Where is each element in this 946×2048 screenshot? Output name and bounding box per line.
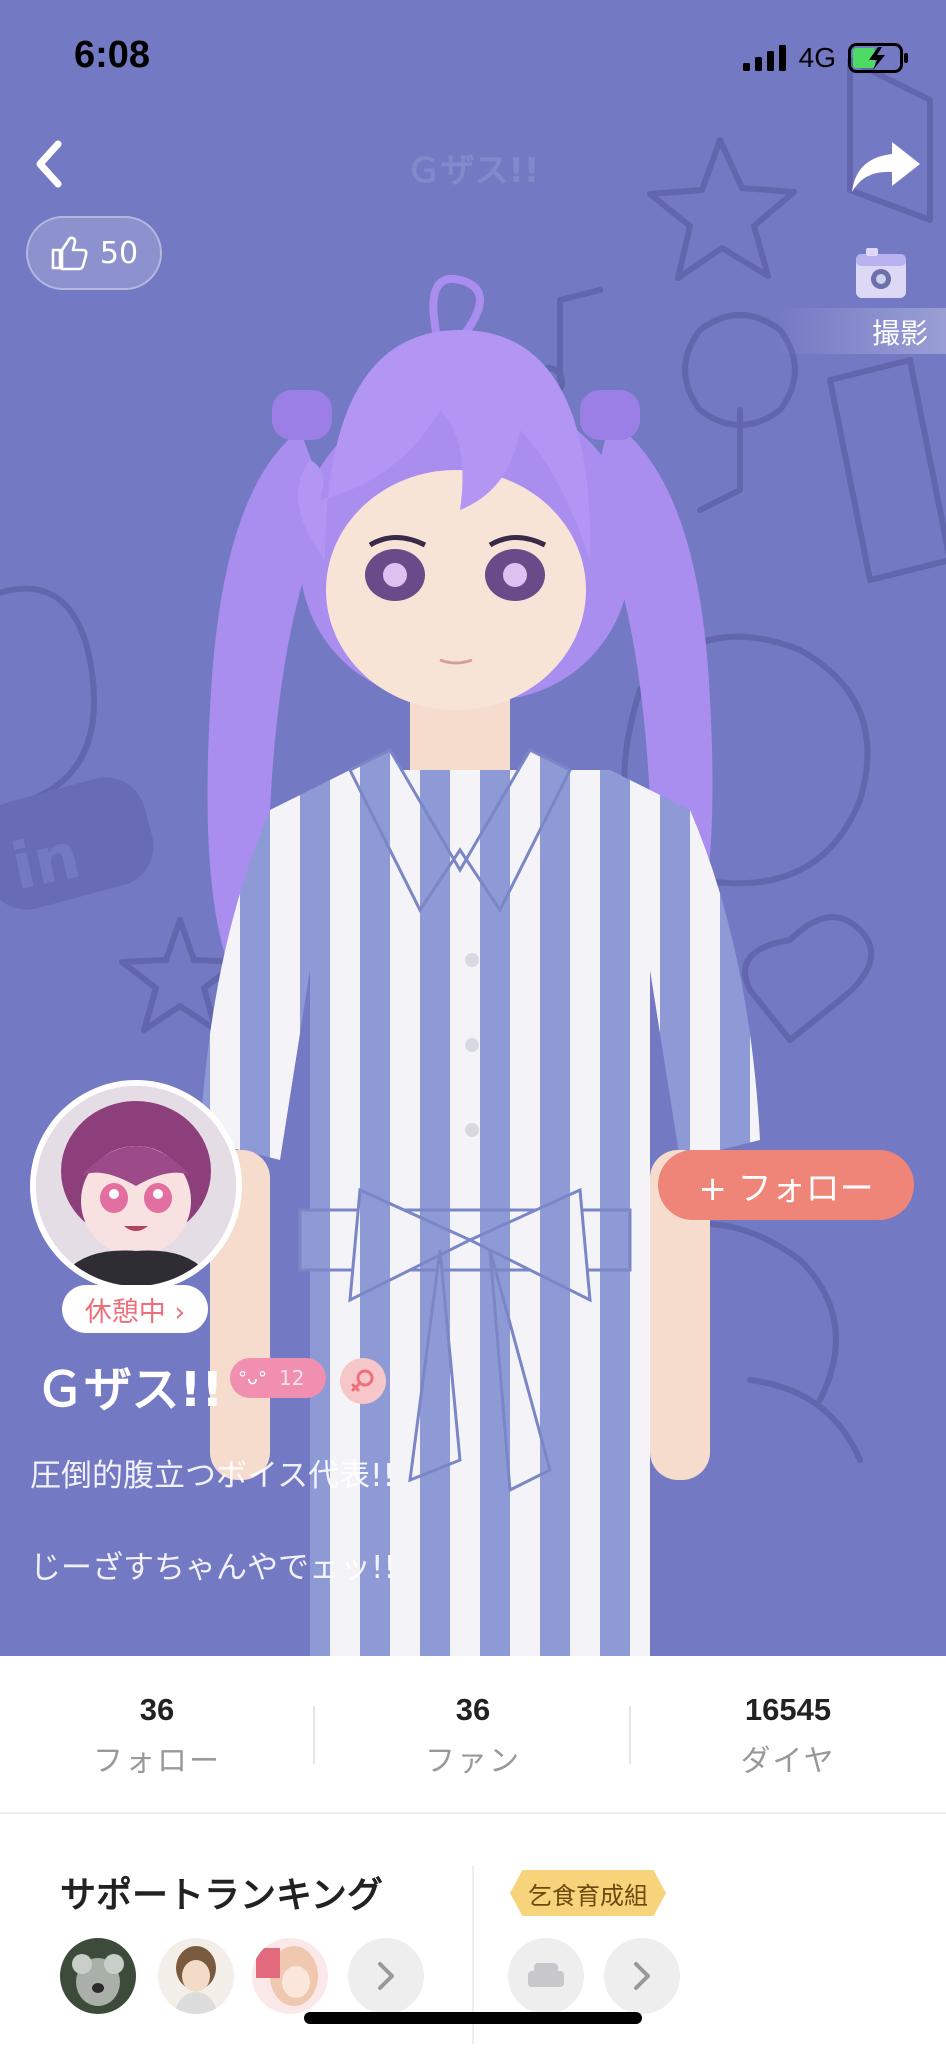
gender-badge bbox=[340, 1358, 386, 1404]
ranking-avatar-2[interactable] bbox=[158, 1938, 234, 2014]
sofa-icon bbox=[528, 1963, 564, 1987]
chevron-right-icon bbox=[378, 1962, 394, 1990]
stat-value: 36 bbox=[139, 1692, 175, 1727]
ranking-avatar-1-image bbox=[60, 1938, 136, 2014]
stat-value: 16545 bbox=[744, 1692, 832, 1727]
level-value: 12 bbox=[279, 1366, 305, 1390]
group-more-button[interactable] bbox=[604, 1938, 680, 2014]
status-time: 6:08 bbox=[74, 34, 151, 76]
stat-value: 36 bbox=[455, 1692, 491, 1727]
chevron-right-icon bbox=[634, 1962, 650, 1990]
level-badge: °ᴗ° 12 bbox=[230, 1358, 326, 1398]
ranking-avatar-3[interactable] bbox=[252, 1938, 328, 2014]
bio-line-1: 圧倒的腹立つボイス代表!! bbox=[30, 1458, 395, 1494]
network-type: 4G bbox=[798, 42, 836, 73]
ranking-avatar-1[interactable] bbox=[60, 1938, 136, 2014]
user-avatar[interactable] bbox=[30, 1080, 242, 1292]
bio-line-2: じーざすちゃんやでェッ!! bbox=[30, 1550, 396, 1586]
ranking-avatar-2-image bbox=[158, 1938, 234, 2014]
username: Ｇザス!! bbox=[36, 1362, 224, 1418]
ranking-avatar-3-image bbox=[252, 1938, 328, 2014]
home-indicator bbox=[304, 2012, 642, 2024]
status-indicators: 4G bbox=[742, 42, 910, 74]
ranking-more-button[interactable] bbox=[348, 1938, 424, 2014]
camera-icon[interactable] bbox=[854, 246, 908, 304]
avatar-illustration bbox=[36, 1086, 236, 1286]
status-bar: 6:08 4G bbox=[0, 0, 946, 110]
avatar-image bbox=[36, 1086, 236, 1286]
stat-follow[interactable]: 36 フォロー bbox=[7, 1692, 307, 1780]
group-sofa-button[interactable] bbox=[508, 1938, 584, 2014]
like-button[interactable]: 50 bbox=[26, 216, 162, 290]
battery-charging-icon bbox=[848, 43, 908, 73]
follow-button[interactable]: + フォロー bbox=[658, 1150, 914, 1220]
female-icon bbox=[351, 1369, 374, 1392]
status-pill[interactable]: 休憩中 › bbox=[62, 1285, 208, 1333]
stat-label: ファン bbox=[425, 1744, 521, 1779]
stat-label: フォロー bbox=[93, 1744, 221, 1779]
level-face-icon: °ᴗ° bbox=[238, 1367, 268, 1389]
photo-button-label[interactable]: 撮影 bbox=[872, 312, 928, 352]
like-count: 50 bbox=[99, 235, 139, 271]
stat-fans[interactable]: 36 ファン bbox=[323, 1692, 623, 1780]
share-icon[interactable] bbox=[848, 136, 924, 196]
thumbs-up-icon bbox=[51, 236, 88, 271]
support-ranking-title: サポートランキング bbox=[60, 1875, 383, 1916]
stat-divider bbox=[629, 1706, 631, 1764]
nav-title: Ｇザス!! bbox=[406, 151, 540, 191]
stat-label: ダイヤ bbox=[740, 1744, 836, 1779]
stat-divider bbox=[313, 1706, 315, 1764]
profile-hero: in 6:08 4G Ｇザス!! 50 撮影 休憩中 › Ｇザス!! °ᴗ° 1… bbox=[0, 0, 946, 1656]
signal-icon bbox=[742, 45, 786, 71]
group-badge[interactable]: 乞食育成組 bbox=[510, 1870, 666, 1916]
stat-diamonds[interactable]: 16545 ダイヤ bbox=[638, 1692, 938, 1780]
stats-bar: 36 フォロー 36 ファン 16545 ダイヤ bbox=[0, 1656, 946, 1814]
